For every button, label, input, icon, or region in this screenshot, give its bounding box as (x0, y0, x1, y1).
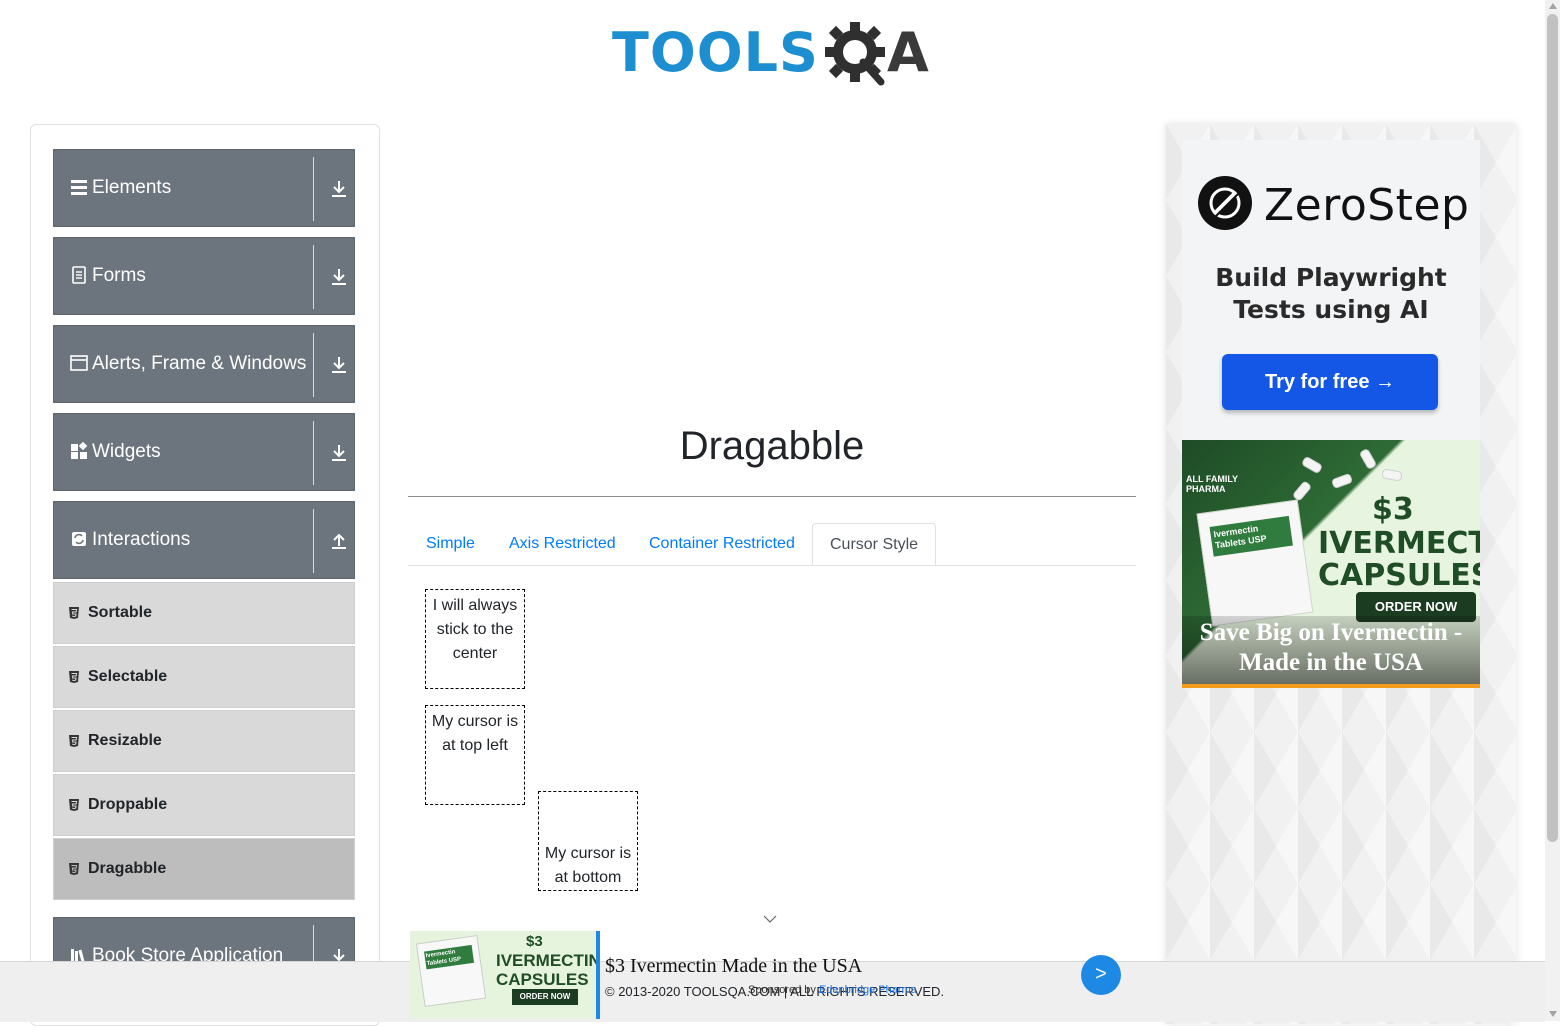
group-label: Alerts, Frame & Windows (92, 353, 307, 374)
ad-product-name: IVERMECTIN CAPSULES (496, 951, 600, 989)
page-scrollbar[interactable] (1545, 0, 1560, 1021)
brand-line: PHARMA (1186, 484, 1226, 494)
medicine-box-image: Ivermectin Tablets USP (415, 934, 487, 1008)
group-forms[interactable]: Forms (53, 237, 355, 315)
download-arrow-icon[interactable] (330, 356, 348, 374)
html5-icon (69, 799, 79, 811)
page-title: Dragabble (679, 424, 865, 468)
ivermectin-ad[interactable]: ALL FAMILY PHARMA Ivermectin Tablets USP … (1182, 440, 1480, 688)
menu-item-label: Resizable (88, 732, 162, 749)
zerostep-ad[interactable]: ZeroStep Build Playwright Tests using AI… (1182, 140, 1480, 440)
toolsqa-logo[interactable]: TOOLS A (612, 14, 929, 92)
ad-price: $3 (1372, 492, 1414, 527)
tab-container-restricted[interactable]: Container Restricted (632, 523, 812, 564)
download-arrow-icon[interactable] (330, 268, 348, 286)
ad-next-button[interactable]: > (1081, 955, 1121, 995)
bottom-ad-headline[interactable]: $3 Ivermectin Made in the USA (605, 955, 862, 978)
drag-box-cursor-top-left[interactable]: My cursor is at top left (425, 705, 525, 805)
tab-cursor-style[interactable]: Cursor Style (812, 523, 937, 565)
group-label: Elements (92, 177, 172, 198)
menu-item-label: Sortable (88, 604, 153, 621)
group-widgets[interactable]: Widgets (53, 413, 355, 491)
upload-arrow-icon[interactable] (330, 532, 348, 550)
menu-item-dragabble[interactable]: Dragabble (53, 838, 355, 900)
html5-icon (69, 671, 79, 683)
drag-box-cursor-center[interactable]: I will always stick to the center (425, 589, 525, 689)
menu-item-label: Dragabble (88, 860, 167, 877)
tab-simple[interactable]: Simple (409, 523, 492, 564)
ad-brand: ALL FAMILY PHARMA (1186, 474, 1238, 494)
ad-sponsor-text: Sponsored by Edenbridge Pharma (748, 984, 917, 996)
window-icon (70, 355, 88, 371)
group-alerts-frame-windows[interactable]: Alerts, Frame & Windows (53, 325, 355, 403)
download-arrow-icon[interactable] (330, 180, 348, 198)
swap-icon (72, 532, 86, 546)
tab-axis-restricted[interactable]: Axis Restricted (492, 523, 633, 564)
interactions-menu: Sortable Selectable Resizable Droppable … (53, 582, 355, 902)
download-arrow-icon[interactable] (330, 444, 348, 462)
divider (313, 333, 314, 397)
scrollbar-thumb[interactable] (1547, 14, 1558, 842)
medicine-box-image: Ivermectin Tablets USP (1196, 499, 1314, 627)
pack-label: Ivermectin Tablets USP (1209, 515, 1293, 557)
product-word: IVERMECTIN (496, 951, 600, 970)
document-icon (72, 266, 86, 284)
brand-line: ALL FAMILY (1186, 474, 1239, 484)
zerostep-logo-icon (1198, 176, 1252, 230)
menu-item-sortable[interactable]: Sortable (53, 582, 355, 644)
menu-item-droppable[interactable]: Droppable (53, 774, 355, 836)
menu-item-label: Droppable (88, 796, 168, 813)
divider (313, 421, 314, 485)
group-label: Widgets (92, 441, 161, 462)
tab-bar: Simple Axis Restricted Container Restric… (408, 523, 1136, 566)
title-divider (408, 496, 1136, 497)
menu-item-label: Selectable (88, 668, 168, 685)
menu-item-selectable[interactable]: Selectable (53, 646, 355, 708)
divider (313, 509, 314, 573)
logo-text: TOOLS (612, 21, 819, 84)
zerostep-tagline: Build Playwright Tests using AI (1215, 263, 1447, 324)
scroll-down-arrow-icon[interactable] (1549, 1011, 1557, 1017)
menu-item-resizable[interactable]: Resizable (53, 710, 355, 772)
pack-label: Ivermectin Tablets USP (424, 944, 475, 970)
ad-product-name: IVERMECTIN CAPSULES (1318, 526, 1480, 593)
hamburger-icon (71, 180, 87, 195)
left-navigation: Elements Forms Alerts, Frame & Windows W… (30, 124, 380, 1026)
html5-icon (69, 735, 79, 747)
logo-suffix: A (886, 21, 929, 84)
group-elements[interactable]: Elements (53, 149, 355, 227)
zerostep-brand: ZeroStep (1264, 180, 1470, 231)
try-for-free-button[interactable]: Try for free → (1222, 354, 1438, 410)
divider (313, 245, 314, 309)
order-now-button[interactable]: ORDER NOW (512, 989, 578, 1005)
html5-icon (69, 863, 79, 875)
widgets-icon (71, 442, 88, 459)
chevron-down-icon[interactable] (763, 914, 777, 924)
gear-magnifier-icon (824, 22, 885, 86)
divider (313, 157, 314, 221)
product-word: CAPSULES (496, 970, 589, 989)
ad-price: $3 (526, 933, 543, 950)
html5-icon (69, 607, 79, 619)
group-label: Interactions (92, 529, 191, 550)
drag-box-cursor-bottom[interactable]: My cursor is at bottom (538, 791, 638, 891)
sponsor-link[interactable]: Edenbridge Pharma (819, 984, 917, 996)
bottom-ad-image[interactable]: Ivermectin Tablets USP $3 IVERMECTIN CAPS… (410, 931, 600, 1019)
ad-caption: Save Big on Ivermectin - Made in the USA (1182, 616, 1480, 684)
scroll-up-arrow-icon[interactable] (1549, 3, 1557, 9)
sponsor-prefix: Sponsored by (748, 984, 816, 996)
group-interactions[interactable]: Interactions (53, 501, 355, 579)
group-label: Forms (92, 265, 146, 286)
